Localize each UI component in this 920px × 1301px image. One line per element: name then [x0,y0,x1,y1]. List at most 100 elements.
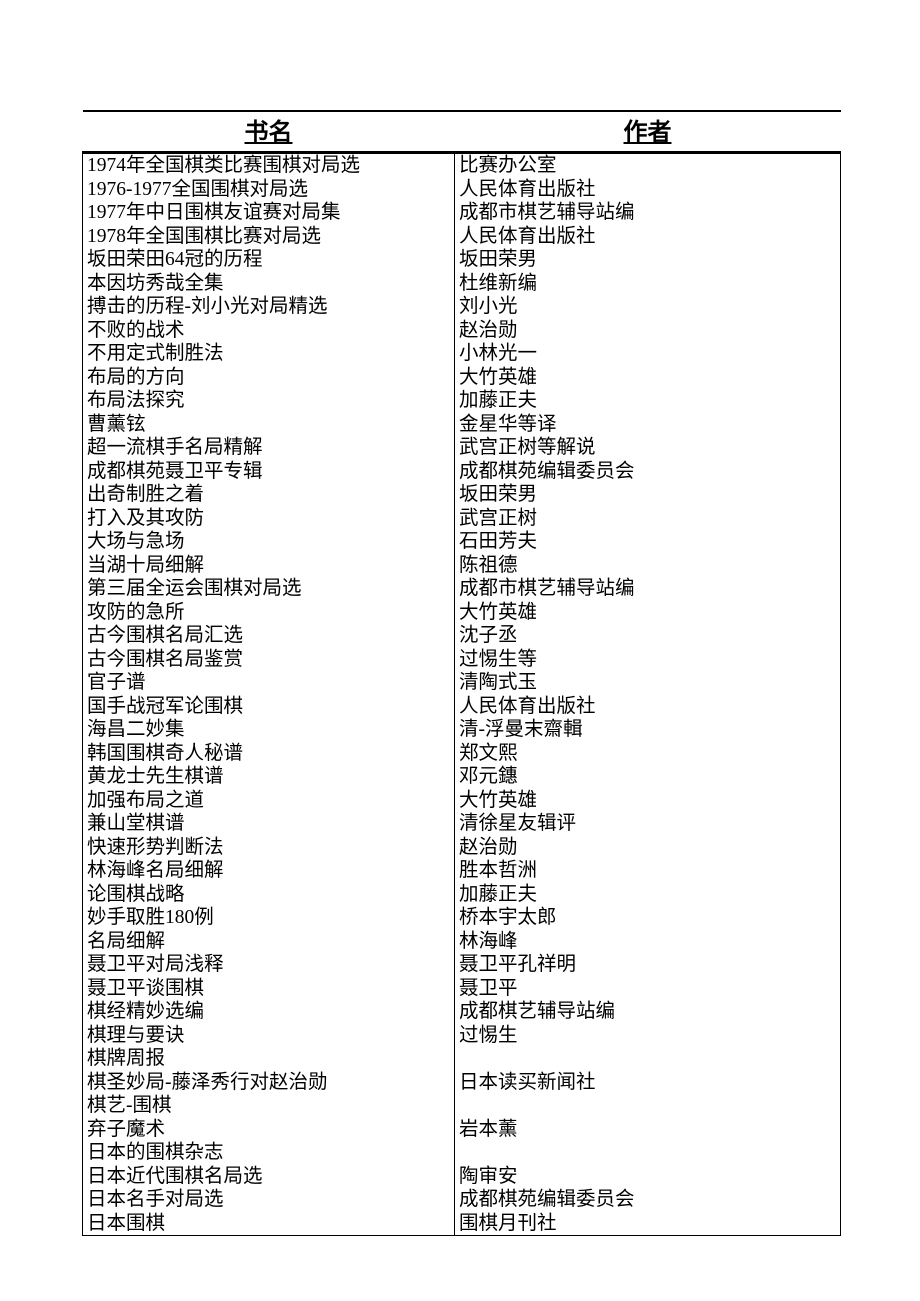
cell-author: 过惕生 [455,1024,841,1048]
cell-book: 聂卫平对局浅释 [83,953,455,977]
cell-book: 棋理与要诀 [83,1024,455,1048]
cell-author: 成都棋苑编辑委员会 [455,460,841,484]
cell-author: 加藤正夫 [455,883,841,907]
table-row: 布局的方向大竹英雄 [83,366,841,390]
table-row: 日本围棋围棋月刊社 [83,1212,841,1236]
cell-book: 曹薰铉 [83,413,455,437]
table-row: 加强布局之道大竹英雄 [83,789,841,813]
table-row: 黄龙士先生棋谱邓元鏸 [83,765,841,789]
cell-book: 快速形势判断法 [83,836,455,860]
table-row: 坂田荣田64冠的历程坂田荣男 [83,248,841,272]
header-book: 书名 [83,111,455,153]
cell-author: 聂卫平孔祥明 [455,953,841,977]
cell-book: 名局细解 [83,930,455,954]
table-row: 本因坊秀哉全集杜维新编 [83,272,841,296]
book-table: 书名 作者 1974年全国棋类比赛围棋对局选比赛办公室1976-1977全国围棋… [82,110,841,1236]
cell-author: 刘小光 [455,295,841,319]
cell-book: 1974年全国棋类比赛围棋对局选 [83,153,455,178]
table-row: 超一流棋手名局精解武宫正树等解说 [83,436,841,460]
cell-book: 第三届全运会围棋对局选 [83,577,455,601]
cell-author: 林海峰 [455,930,841,954]
cell-author: 成都市棋艺辅导站编 [455,201,841,225]
cell-book: 成都棋苑聂卫平专辑 [83,460,455,484]
table-row: 布局法探究加藤正夫 [83,389,841,413]
table-row: 棋圣妙局-藤泽秀行对赵治勋日本读买新闻社 [83,1071,841,1095]
table-row: 当湖十局细解陈祖德 [83,554,841,578]
cell-book: 国手战冠军论围棋 [83,695,455,719]
table-row: 名局细解林海峰 [83,930,841,954]
cell-book: 官子谱 [83,671,455,695]
cell-author: 人民体育出版社 [455,695,841,719]
table-row: 曹薰铉金星华等译 [83,413,841,437]
cell-book: 日本的围棋杂志 [83,1141,455,1165]
cell-book: 1976-1977全国围棋对局选 [83,178,455,202]
cell-book: 棋经精妙选编 [83,1000,455,1024]
table-row: 棋牌周报 [83,1047,841,1071]
cell-book: 妙手取胜180例 [83,906,455,930]
cell-author: 金星华等译 [455,413,841,437]
table-row: 古今围棋名局汇选沈子丞 [83,624,841,648]
cell-book: 弃子魔术 [83,1118,455,1142]
table-row: 兼山堂棋谱清徐星友辑评 [83,812,841,836]
cell-book: 搏击的历程-刘小光对局精选 [83,295,455,319]
cell-author: 坂田荣男 [455,248,841,272]
cell-author: 成都市棋艺辅导站编 [455,577,841,601]
cell-book: 坂田荣田64冠的历程 [83,248,455,272]
cell-author: 围棋月刊社 [455,1212,841,1236]
cell-author: 清陶式玉 [455,671,841,695]
table-header-row: 书名 作者 [83,111,841,153]
cell-book: 1978年全国围棋比赛对局选 [83,225,455,249]
cell-author: 清徐星友辑评 [455,812,841,836]
cell-author: 郑文熙 [455,742,841,766]
cell-author: 聂卫平 [455,977,841,1001]
table-row: 棋经精妙选编成都棋艺辅导站编 [83,1000,841,1024]
cell-author: 清-浮曼末齋輯 [455,718,841,742]
cell-book: 布局法探究 [83,389,455,413]
cell-author: 赵治勋 [455,319,841,343]
cell-author: 日本读买新闻社 [455,1071,841,1095]
cell-author: 加藤正夫 [455,389,841,413]
cell-book: 聂卫平谈围棋 [83,977,455,1001]
cell-book: 当湖十局细解 [83,554,455,578]
cell-book: 林海峰名局细解 [83,859,455,883]
header-author: 作者 [455,111,841,153]
table-row: 1976-1977全国围棋对局选人民体育出版社 [83,178,841,202]
cell-book: 棋牌周报 [83,1047,455,1071]
cell-book: 日本名手对局选 [83,1188,455,1212]
table-row: 日本近代围棋名局选陶审安 [83,1165,841,1189]
table-row: 大场与急场石田芳夫 [83,530,841,554]
table-row: 林海峰名局细解胜本哲洲 [83,859,841,883]
cell-book: 布局的方向 [83,366,455,390]
cell-book: 超一流棋手名局精解 [83,436,455,460]
table-row: 不用定式制胜法小林光一 [83,342,841,366]
cell-book: 1977年中日围棋友谊赛对局集 [83,201,455,225]
cell-author [455,1094,841,1118]
cell-book: 加强布局之道 [83,789,455,813]
cell-book: 日本近代围棋名局选 [83,1165,455,1189]
cell-book: 大场与急场 [83,530,455,554]
table-row: 1974年全国棋类比赛围棋对局选比赛办公室 [83,153,841,178]
table-row: 搏击的历程-刘小光对局精选刘小光 [83,295,841,319]
cell-book: 棋艺-围棋 [83,1094,455,1118]
cell-book: 古今围棋名局汇选 [83,624,455,648]
cell-book: 不败的战术 [83,319,455,343]
table-row: 成都棋苑聂卫平专辑成都棋苑编辑委员会 [83,460,841,484]
cell-author: 成都棋艺辅导站编 [455,1000,841,1024]
cell-author: 大竹英雄 [455,789,841,813]
cell-book: 兼山堂棋谱 [83,812,455,836]
cell-author: 邓元鏸 [455,765,841,789]
cell-book: 韩国围棋奇人秘谱 [83,742,455,766]
cell-author: 岩本薰 [455,1118,841,1142]
table-row: 古今围棋名局鉴赏过惕生等 [83,648,841,672]
cell-author: 大竹英雄 [455,601,841,625]
cell-author: 大竹英雄 [455,366,841,390]
cell-author: 沈子丞 [455,624,841,648]
table-row: 国手战冠军论围棋人民体育出版社 [83,695,841,719]
cell-book: 论围棋战略 [83,883,455,907]
cell-author [455,1047,841,1071]
table-row: 弃子魔术岩本薰 [83,1118,841,1142]
table-row: 第三届全运会围棋对局选成都市棋艺辅导站编 [83,577,841,601]
table-row: 韩国围棋奇人秘谱郑文熙 [83,742,841,766]
table-row: 打入及其攻防武宫正树 [83,507,841,531]
cell-author: 陈祖德 [455,554,841,578]
